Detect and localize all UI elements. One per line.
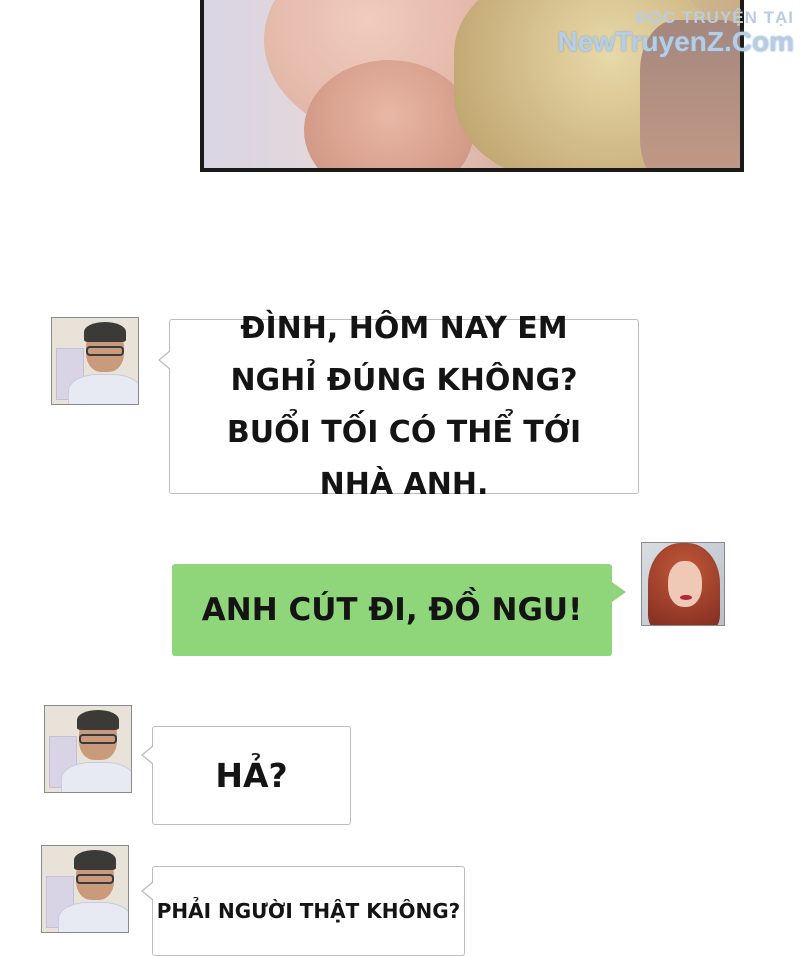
bubble-tail (141, 745, 154, 765)
chat-bubble-outgoing: ANH CÚT ĐI, ĐỒ NGU! (172, 564, 626, 656)
bubble-tail (141, 881, 154, 901)
sender-avatar-woman (641, 542, 725, 626)
avatar-shirt (58, 902, 128, 932)
avatar-shirt (61, 762, 131, 792)
sender-avatar-man (51, 317, 139, 405)
avatar-face (668, 561, 702, 607)
avatar-hair (74, 850, 116, 870)
avatar-glasses (86, 346, 124, 356)
message-text: PHẢI NGƯỜI THẬT KHÔNG? (156, 899, 461, 923)
bubble-tail (612, 582, 626, 602)
message-text: HẢ? (215, 756, 288, 795)
comic-panel-image (200, 0, 744, 172)
chat-bubble-incoming: HẢ? (141, 726, 351, 825)
sender-avatar-man (44, 705, 132, 793)
chat-bubble-incoming: ĐÌNH, HÔM NAY EM NGHỈ ĐÚNG KHÔNG? BUỔI T… (158, 311, 639, 502)
avatar-shirt (68, 374, 138, 404)
avatar-hair (77, 710, 119, 730)
avatar-lips (680, 595, 692, 600)
avatar-glasses (76, 874, 114, 884)
sender-avatar-man (41, 845, 129, 933)
avatar-glasses (79, 734, 117, 744)
chat-bubble-incoming: PHẢI NGƯỜI THẬT KHÔNG? (141, 866, 465, 956)
message-text: ANH CÚT ĐI, ĐỒ NGU! (201, 592, 583, 628)
panel-shadow-shape (640, 20, 740, 168)
bubble-tail (158, 350, 171, 370)
message-text: ĐÌNH, HÔM NAY EM NGHỈ ĐÚNG KHÔNG? BUỔI T… (226, 310, 582, 502)
avatar-hair (84, 322, 126, 342)
